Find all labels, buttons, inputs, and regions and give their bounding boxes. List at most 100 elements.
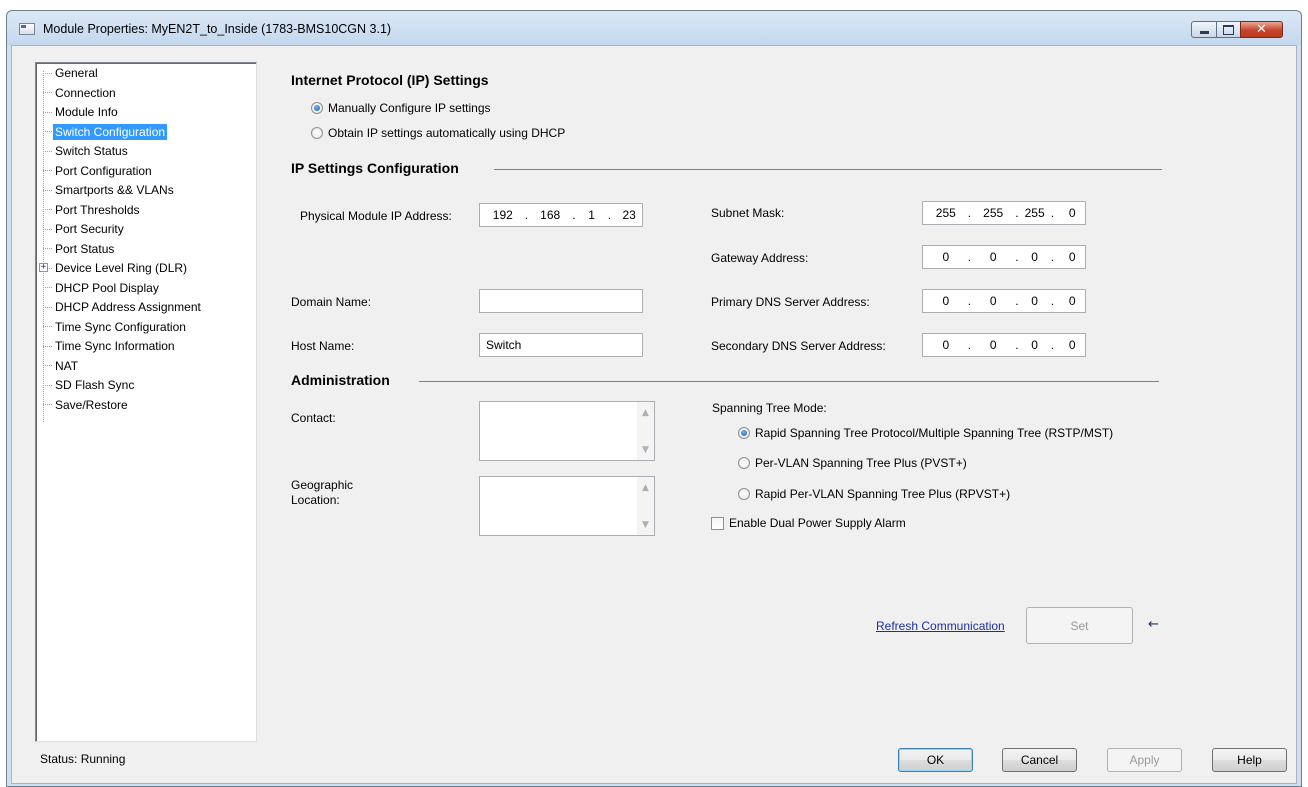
scroll-down-icon[interactable]: ▼ (637, 516, 654, 533)
location-scrollbar[interactable]: ▲ ▼ (637, 477, 654, 535)
ip-octet[interactable]: 0 (1059, 294, 1085, 308)
primary-dns-field[interactable]: 0. 0. 0. 0 (922, 289, 1086, 313)
stp-rpvst-radio[interactable]: Rapid Per-VLAN Spanning Tree Plus (RPVST… (738, 487, 1010, 501)
ip-octet[interactable]: 192 (486, 208, 520, 222)
maximize-button[interactable] (1216, 21, 1241, 38)
tree-item-nat[interactable]: NAT (43, 357, 80, 375)
ip-octet[interactable]: 0 (976, 294, 1010, 308)
manual-ip-radio[interactable]: Manually Configure IP settings (311, 101, 491, 115)
tree-item-sd-flash-sync[interactable]: SD Flash Sync (43, 376, 136, 394)
geographic-location-textarea[interactable]: ▲ ▼ (479, 476, 655, 536)
octet-separator: . (1050, 294, 1055, 308)
scroll-up-icon[interactable]: ▲ (637, 404, 654, 421)
tree-item-smartports-vlans[interactable]: Smartports && VLANs (43, 181, 176, 199)
octet-separator: . (967, 338, 972, 352)
ip-octet[interactable]: 255 (929, 206, 963, 220)
title-bar[interactable]: Module Properties: MyEN2T_to_Inside (178… (7, 11, 1301, 45)
ip-octet[interactable]: 0 (976, 338, 1010, 352)
tree-item-connection[interactable]: Connection (43, 84, 118, 102)
minimize-icon (1192, 22, 1216, 37)
ip-octet[interactable]: 0 (1059, 206, 1085, 220)
left-arrow-icon: ← (1148, 617, 1159, 632)
tree-item-label: DHCP Address Assignment (55, 300, 201, 314)
ip-octet[interactable]: 168 (533, 208, 567, 222)
dhcp-ip-radio[interactable]: Obtain IP settings automatically using D… (311, 126, 565, 140)
geographic-location-label-line1: Geographic (291, 478, 354, 492)
tree-item-label: Port Configuration (55, 163, 152, 178)
tree-item-label: Switch Configuration (53, 123, 168, 140)
ip-octet[interactable]: 0 (1024, 338, 1046, 352)
tree-item-module-info[interactable]: Module Info (43, 103, 120, 121)
cancel-button[interactable]: Cancel (1002, 748, 1077, 772)
octet-separator: . (967, 206, 972, 220)
tree-item-time-sync-information[interactable]: Time Sync Information (43, 337, 177, 355)
contact-textarea[interactable]: ▲ ▼ (479, 401, 655, 461)
ip-settings-heading: Internet Protocol (IP) Settings (291, 72, 489, 88)
octet-separator: . (524, 208, 529, 222)
category-tree[interactable]: General Connection Module Info Switch Confi… (35, 62, 257, 742)
ok-button[interactable]: OK (898, 748, 973, 772)
tree-item-port-thresholds[interactable]: Port Thresholds (43, 201, 142, 219)
stp-rstp-mst-radio[interactable]: Rapid Spanning Tree Protocol/Multiple Sp… (738, 426, 1113, 440)
set-button[interactable]: Set (1026, 607, 1133, 644)
tree-item-save-restore[interactable]: Save/Restore (43, 396, 130, 414)
ip-octet[interactable]: 23 (616, 208, 642, 222)
close-button[interactable]: ✕ (1240, 21, 1283, 38)
subnet-mask-field[interactable]: 255. 255. 255. 0 (922, 201, 1086, 225)
ip-octet[interactable]: 0 (929, 250, 963, 264)
scroll-down-icon[interactable]: ▼ (637, 441, 654, 458)
tree-item-general[interactable]: General (43, 64, 100, 82)
secondary-dns-label: Secondary DNS Server Address: (711, 339, 886, 353)
tree-item-switch-status[interactable]: Switch Status (43, 142, 130, 160)
help-button[interactable]: Help (1212, 748, 1287, 772)
tree-item-label: Module Info (55, 105, 118, 119)
tree-connector (43, 131, 52, 132)
ip-octet[interactable]: 255 (976, 206, 1010, 220)
apply-button[interactable]: Apply (1107, 748, 1182, 772)
ip-config-heading: IP Settings Configuration (291, 160, 459, 176)
tree-connector (43, 228, 52, 230)
gateway-address-field[interactable]: 0. 0. 0. 0 (922, 245, 1086, 269)
ip-octet[interactable]: 0 (1059, 250, 1085, 264)
ip-octet[interactable]: 255 (1024, 206, 1046, 220)
tree-connector (43, 170, 52, 171)
stp-pvst-label: Per-VLAN Spanning Tree Plus (PVST+) (755, 456, 967, 470)
tree-item-device-level-ring-dlr[interactable]: + Device Level Ring (DLR) (39, 259, 189, 277)
secondary-dns-field[interactable]: 0. 0. 0. 0 (922, 333, 1086, 357)
ip-octet[interactable]: 0 (929, 294, 963, 308)
tree-item-port-status[interactable]: Port Status (43, 240, 116, 258)
octet-separator: . (607, 208, 612, 222)
tree-connector (43, 72, 52, 74)
stp-pvst-radio[interactable]: Per-VLAN Spanning Tree Plus (PVST+) (738, 456, 967, 470)
tree-item-dhcp-pool-display[interactable]: DHCP Pool Display (43, 279, 161, 297)
primary-dns-label: Primary DNS Server Address: (711, 295, 870, 309)
host-name-input[interactable]: Switch (479, 333, 643, 357)
ip-address-field[interactable]: 192. 168. 1. 23 (479, 203, 643, 227)
ip-octet[interactable]: 0 (1059, 338, 1085, 352)
scroll-up-icon[interactable]: ▲ (637, 479, 654, 496)
octet-separator: . (1050, 250, 1055, 264)
tree-item-switch-configuration[interactable]: Switch Configuration (43, 123, 168, 141)
tree-item-time-sync-configuration[interactable]: Time Sync Configuration (43, 318, 188, 336)
stp-rpvst-label: Rapid Per-VLAN Spanning Tree Plus (RPVST… (755, 487, 1011, 501)
expand-icon[interactable]: + (39, 263, 48, 272)
ip-octet[interactable]: 0 (929, 338, 963, 352)
ip-octet[interactable]: 0 (1024, 294, 1046, 308)
ip-octet[interactable]: 0 (1024, 250, 1046, 264)
tree-item-port-configuration[interactable]: Port Configuration (43, 162, 154, 180)
tree-item-port-security[interactable]: Port Security (43, 220, 126, 238)
contact-scrollbar[interactable]: ▲ ▼ (637, 402, 654, 460)
dual-power-alarm-checkbox[interactable]: Enable Dual Power Supply Alarm (711, 516, 906, 530)
tree-item-label: Port Thresholds (55, 202, 140, 217)
tree-connector (43, 287, 52, 288)
refresh-communication-link[interactable]: Refresh Communication (876, 619, 1005, 633)
ip-octet[interactable]: 0 (976, 250, 1010, 264)
octet-separator: . (572, 208, 576, 222)
subnet-mask-label: Subnet Mask: (711, 206, 785, 220)
ip-octet[interactable]: 1 (581, 208, 603, 222)
minimize-button[interactable] (1191, 21, 1217, 38)
tree-connector (43, 384, 52, 386)
tree-item-dhcp-address-assignment[interactable]: DHCP Address Assignment (43, 298, 203, 316)
geographic-location-label-line2: Location: (291, 493, 340, 507)
domain-name-input[interactable] (479, 289, 643, 313)
